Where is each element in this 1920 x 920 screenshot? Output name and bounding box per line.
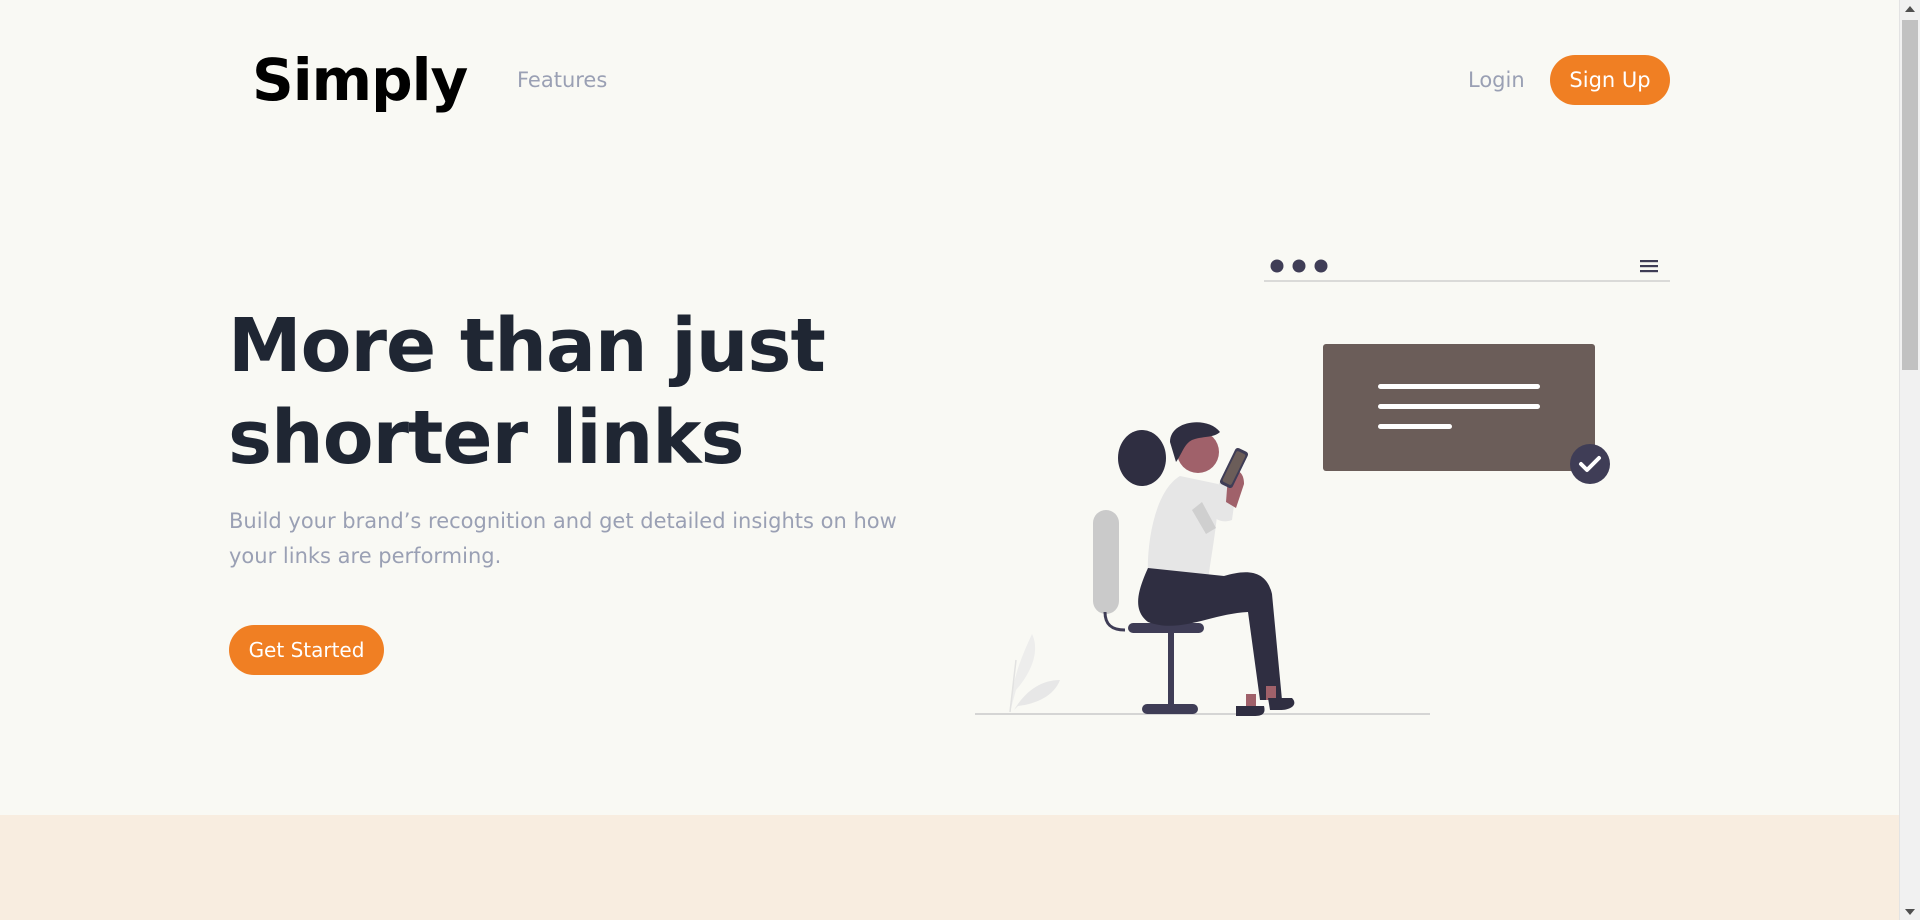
window-dots-icon [1270,259,1328,273]
hamburger-menu-icon [1640,260,1658,273]
nav-link-features[interactable]: Features [517,66,607,94]
woman-on-chair-with-phone-illustration [975,259,1670,716]
hero-title: More than just shorter links [228,303,826,481]
scroll-up-arrow-icon[interactable] [1900,0,1920,17]
logo[interactable]: Simply [252,40,468,120]
scroll-down-arrow-icon[interactable] [1900,903,1920,920]
hero-subtitle: Build your brand’s recognition and get d… [229,509,897,568]
get-started-button[interactable]: Get Started [229,625,384,675]
page: Simply Features Login Sign Up More than … [0,0,1899,920]
vertical-scrollbar[interactable] [1899,0,1920,920]
signup-button[interactable]: Sign Up [1550,55,1670,105]
scrollbar-thumb[interactable] [1902,20,1918,370]
plant-icon [1009,634,1060,713]
check-icon [1570,444,1610,484]
statistics-section-band [0,815,1899,920]
login-link[interactable]: Login [1468,66,1525,94]
